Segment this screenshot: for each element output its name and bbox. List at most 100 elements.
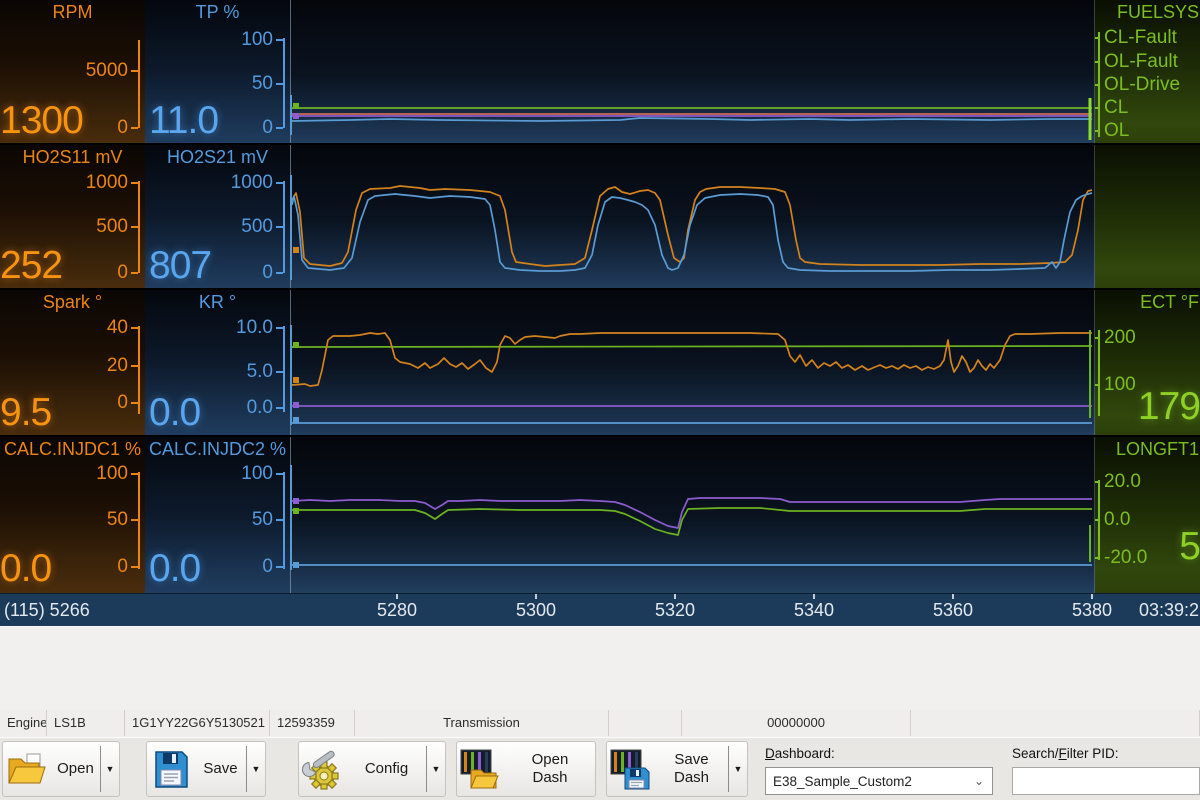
open-dash-label-2: Dash bbox=[532, 769, 567, 786]
trace-injdc2 bbox=[292, 498, 1092, 528]
dropdown-arrow-icon[interactable]: ▼ bbox=[427, 764, 445, 774]
calc-injdc2-value: 0.0 bbox=[149, 547, 200, 591]
ho2s11-mv-gauge: HO2S11 mV10005000252 bbox=[0, 145, 145, 290]
status-cell: 12593359 bbox=[270, 710, 355, 736]
ho2s21-mv-tickmark bbox=[276, 272, 283, 274]
fuelsys-tick: OL-Drive bbox=[1104, 74, 1180, 96]
timeline-tick bbox=[396, 594, 398, 599]
ect-f-tick: 200 bbox=[1104, 327, 1136, 349]
longft1-title: LONGFT1 bbox=[1116, 439, 1200, 460]
spark-title: Spark ° bbox=[0, 292, 145, 313]
trace-ho2s21 bbox=[292, 193, 1092, 271]
calc-injdc1-gauge: CALC.INJDC1 %1005000.0 bbox=[0, 437, 145, 593]
status-cell bbox=[910, 710, 1200, 736]
rpm-axis-line bbox=[138, 40, 140, 128]
kr-value: 0.0 bbox=[149, 391, 200, 435]
trace-tp bbox=[292, 118, 1092, 121]
chevron-down-icon: ⌄ bbox=[974, 774, 992, 788]
ho2s21-mv-gauge: HO2S21 mV10005000807 bbox=[145, 145, 290, 290]
calc-injdc1-tick: 0 bbox=[117, 556, 128, 578]
longft1-tick: 20.0 bbox=[1104, 471, 1141, 493]
spark-tickmark bbox=[131, 365, 138, 367]
spark-gauge: Spark °402009.5 bbox=[0, 290, 145, 437]
folder-icon bbox=[3, 751, 51, 787]
fuelsys-gauge: FUELSYSCL-FaultOL-FaultOL-DriveCLOL bbox=[1093, 0, 1200, 145]
kr-tickmark bbox=[276, 327, 283, 329]
calc-injdc2-axis-line bbox=[283, 472, 285, 569]
calc-injdc2-tick: 50 bbox=[252, 509, 273, 531]
rpm-tick: 0 bbox=[117, 117, 128, 139]
dropdown-arrow-icon[interactable]: ▼ bbox=[101, 764, 119, 774]
dashboard-folder-icon bbox=[457, 748, 505, 790]
ho2s11-mv-tickmark bbox=[131, 182, 138, 184]
timeline-tick-label: 5280 bbox=[357, 600, 437, 621]
bottom-toolbar: Open ▼ Save ▼ bbox=[0, 737, 1200, 800]
calc-injdc1-tickmark bbox=[131, 473, 138, 475]
status-cell: Transmission bbox=[355, 710, 609, 736]
timeline-tick-label: 5360 bbox=[913, 600, 993, 621]
rpm-tickmark bbox=[131, 127, 138, 129]
spark-tickmark bbox=[131, 327, 138, 329]
dropdown-arrow-icon[interactable]: ▼ bbox=[247, 764, 265, 774]
calc-injdc1-tickmark bbox=[131, 566, 138, 568]
tp-gauge: TP %10050011.0 bbox=[145, 0, 290, 145]
calc-injdc1-value: 0.0 bbox=[0, 547, 51, 591]
ect-f-tick: 100 bbox=[1104, 374, 1136, 396]
tp-value: 11.0 bbox=[149, 99, 218, 143]
spark-axis-line bbox=[138, 326, 140, 414]
kr-tickmark bbox=[276, 371, 283, 373]
rpm-gauge: RPM500001300 bbox=[0, 0, 145, 145]
open-dash-label-1: Open bbox=[532, 751, 569, 768]
ect-f-gauge: ECT °F200 100179 bbox=[1093, 290, 1200, 437]
fuelsys-axis-line bbox=[1098, 32, 1100, 137]
timeline-tick bbox=[952, 594, 954, 599]
longft1-axis-line bbox=[1098, 480, 1100, 560]
dashboard-combobox[interactable]: E38_Sample_Custom2 ⌄ bbox=[765, 767, 993, 795]
status-bar: EngineLS1B1G1YY22G6Y513052112593359Trans… bbox=[0, 710, 1200, 738]
save-button[interactable]: Save ▼ bbox=[146, 741, 266, 797]
longft1-tick: 0.0 bbox=[1104, 509, 1130, 531]
trace-injdc1 bbox=[292, 508, 1092, 535]
tp-tickmark bbox=[276, 83, 283, 85]
ho2s21-mv-tick: 0 bbox=[262, 262, 273, 284]
spark-value: 9.5 bbox=[0, 391, 51, 435]
kr-tick: 5.0 bbox=[247, 361, 273, 383]
ect-f-value: 179 bbox=[1138, 385, 1200, 429]
tp-tick: 50 bbox=[252, 73, 273, 95]
timeline-tick bbox=[535, 594, 537, 599]
toolbar bbox=[0, 626, 1200, 712]
search-filter-pid-input[interactable] bbox=[1012, 767, 1200, 795]
trace-spark bbox=[292, 333, 1092, 386]
spark-tick: 0 bbox=[117, 392, 128, 414]
status-cell: 00000000 bbox=[682, 710, 911, 736]
ho2s11-mv-tick: 1000 bbox=[86, 172, 128, 194]
spark-tick: 40 bbox=[107, 317, 128, 339]
fuelsys-tick: OL bbox=[1104, 120, 1129, 142]
ho2s21-mv-tick: 1000 bbox=[231, 172, 273, 194]
fuelsys-title: FUELSYS bbox=[1117, 2, 1200, 23]
gear-wrench-icon bbox=[299, 748, 347, 790]
dropdown-arrow-icon[interactable]: ▼ bbox=[729, 764, 747, 774]
search-filter-pid-label: Search/Filter PID: bbox=[1012, 746, 1119, 761]
timeline-axis[interactable]: (115) 526652805300532053405360538003:39:… bbox=[0, 593, 1200, 626]
save-dash-button[interactable]: SaveDash ▼ bbox=[606, 741, 748, 797]
rpm-title: RPM bbox=[0, 2, 145, 23]
graph-dashboard[interactable]: RPM500001300TP %10050011.0FUELSYSCL-Faul… bbox=[0, 0, 1200, 593]
calc-injdc1-tick: 100 bbox=[96, 463, 128, 485]
kr-tick: 10.0 bbox=[236, 317, 273, 339]
ho2s21-mv-tick: 500 bbox=[241, 216, 273, 238]
ect-f-title: ECT °F bbox=[1140, 292, 1200, 313]
kr-gauge: KR °10.05.00.00.0 bbox=[145, 290, 290, 437]
open-label: Open bbox=[51, 760, 100, 778]
calc-injdc2-tick: 100 bbox=[241, 463, 273, 485]
ho2s11-mv-tickmark bbox=[131, 272, 138, 274]
timeline-tick-label: 5300 bbox=[496, 600, 576, 621]
dashboard-combobox-value: E38_Sample_Custom2 bbox=[773, 774, 912, 789]
calc-injdc2-gauge: CALC.INJDC2 %1005000.0 bbox=[145, 437, 290, 593]
rpm-value: 1300 bbox=[0, 99, 83, 143]
ho2s21-mv-title: HO2S21 mV bbox=[145, 147, 290, 168]
config-button[interactable]: Config ▼ bbox=[298, 741, 446, 797]
open-button[interactable]: Open ▼ bbox=[2, 741, 120, 797]
calc-injdc1-tick: 50 bbox=[107, 509, 128, 531]
open-dash-button[interactable]: OpenDash bbox=[456, 741, 596, 797]
